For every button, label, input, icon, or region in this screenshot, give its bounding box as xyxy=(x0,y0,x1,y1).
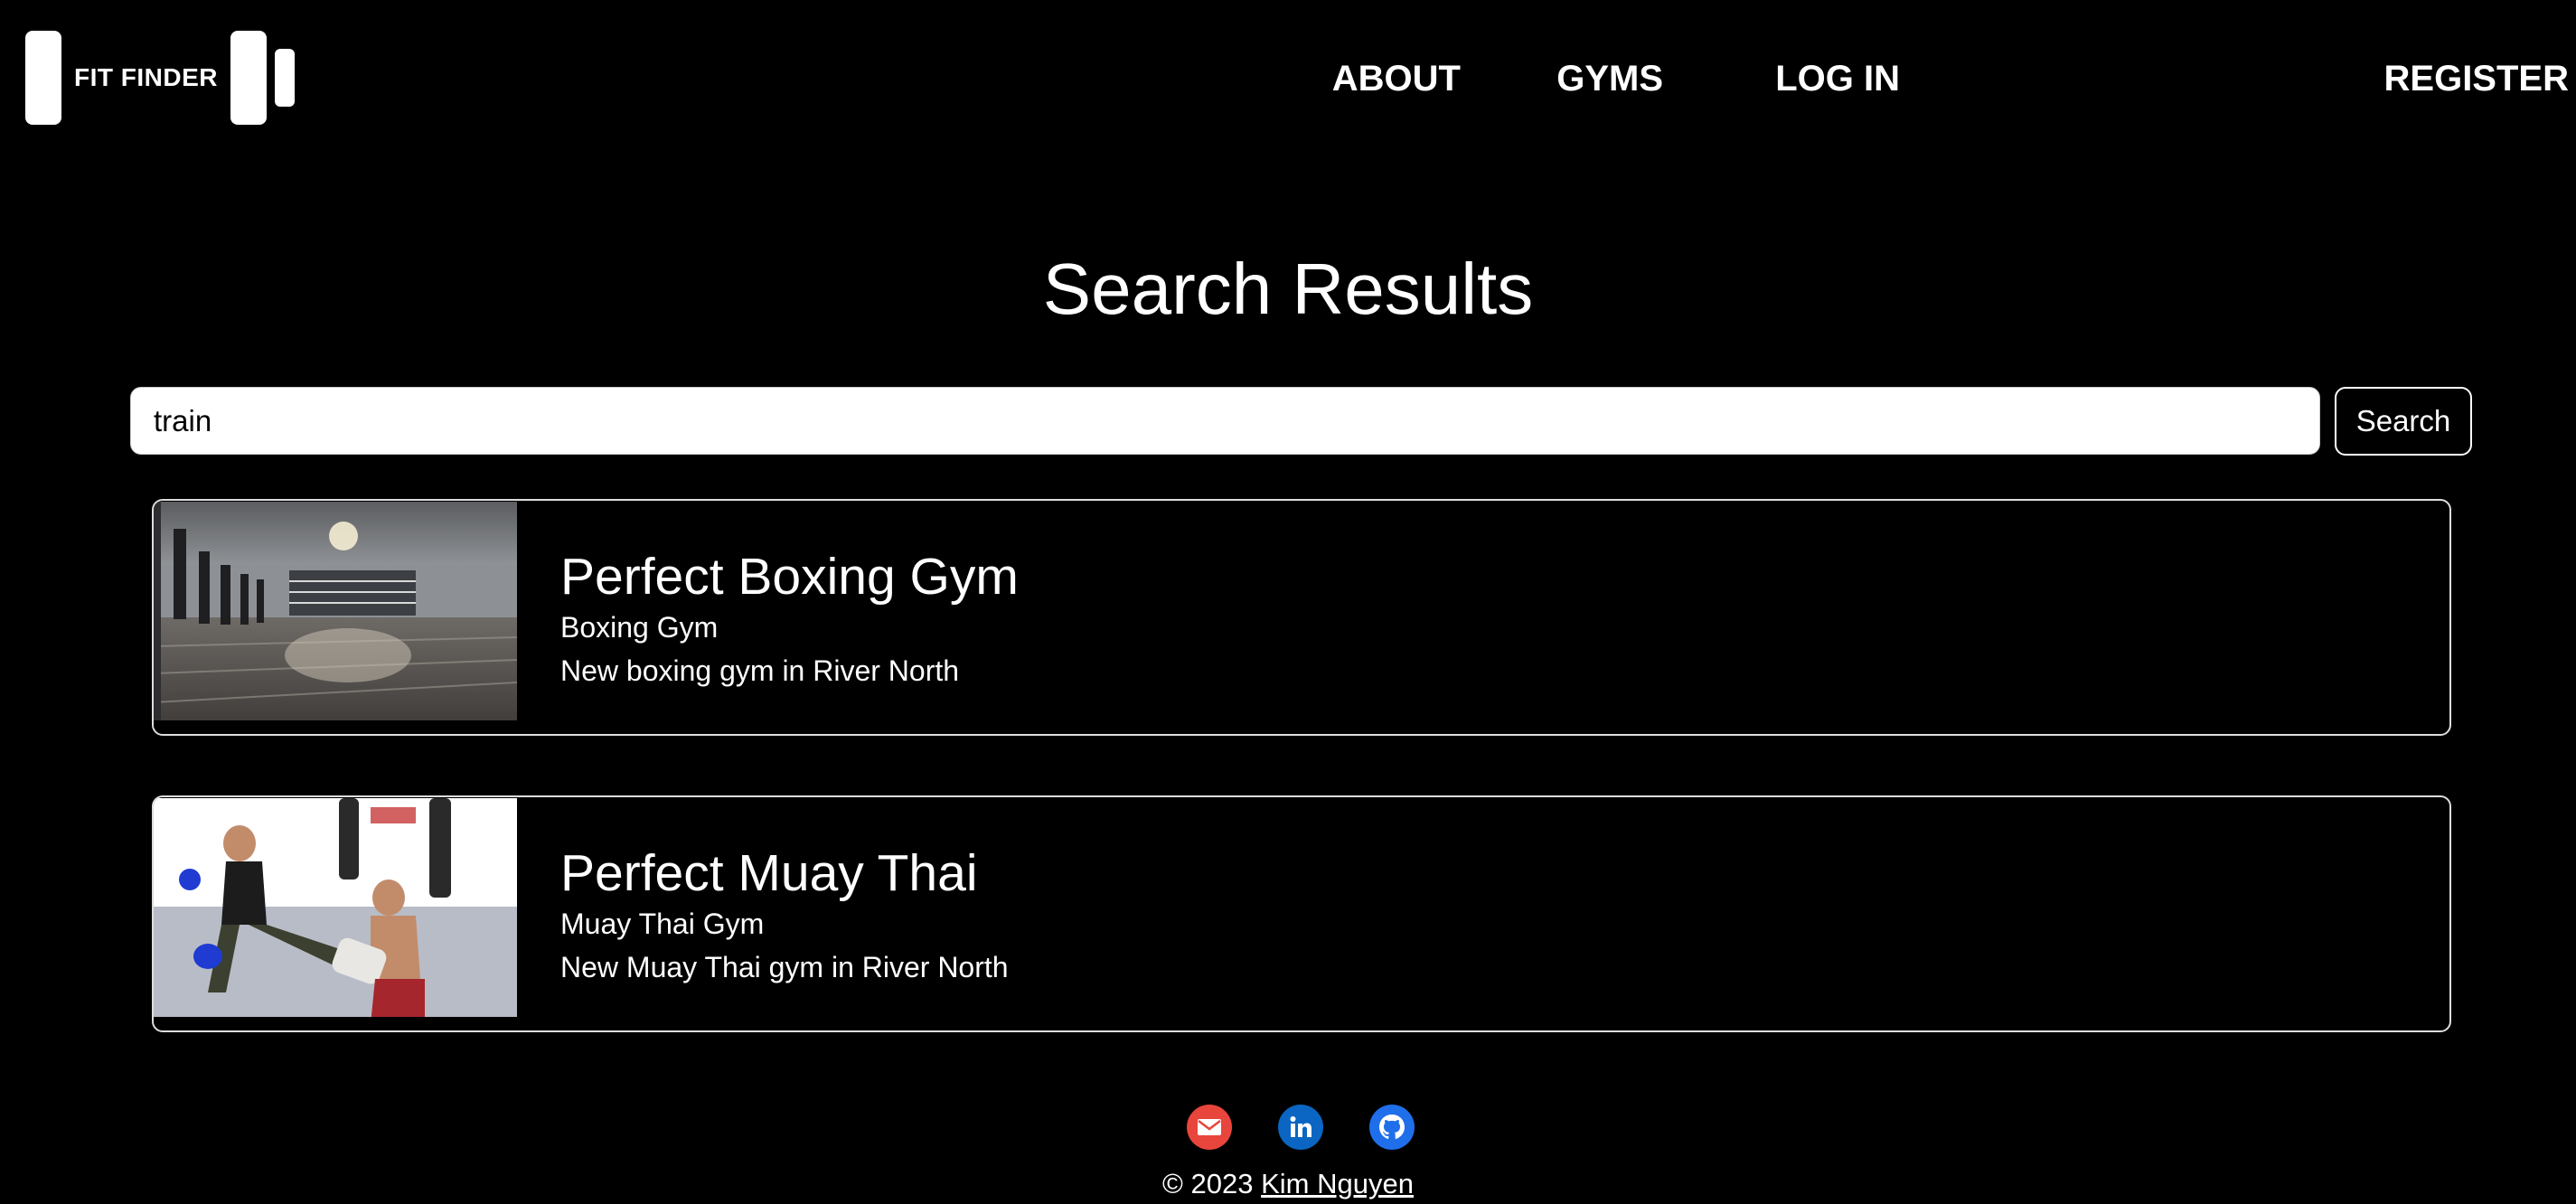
muay-thai-gym-image xyxy=(154,798,517,1024)
linkedin-icon[interactable] xyxy=(1278,1105,1323,1150)
page: FIT FINDER ABOUT GYMS LOG IN REGISTER Se… xyxy=(0,0,2576,1204)
gym-name[interactable]: Perfect Boxing Gym xyxy=(560,546,1019,607)
gym-description: New Muay Thai gym in River North xyxy=(560,951,1009,983)
result-card-boxing[interactable]: Perfect Boxing Gym Boxing Gym New boxing… xyxy=(152,499,2451,736)
gym-description: New boxing gym in River North xyxy=(560,654,960,687)
gym-type: Muay Thai Gym xyxy=(560,908,765,940)
email-icon[interactable] xyxy=(1187,1105,1232,1150)
page-title: Search Results xyxy=(1042,249,1534,329)
boxing-gym-image xyxy=(154,502,517,728)
nav-gyms[interactable]: GYMS xyxy=(1556,56,1663,101)
gym-type: Boxing Gym xyxy=(560,611,719,644)
search-input[interactable] xyxy=(130,387,2320,455)
author-link[interactable]: Kim Nguyen xyxy=(1261,1168,1414,1199)
result-card-muay-thai[interactable]: Perfect Muay Thai Muay Thai Gym New Muay… xyxy=(152,795,2451,1032)
copyright-text: © 2023 xyxy=(1162,1168,1254,1199)
search-button[interactable]: Search xyxy=(2335,387,2472,456)
nav-register[interactable]: REGISTER xyxy=(2384,56,2569,101)
logo-link[interactable]: FIT FINDER xyxy=(25,31,295,125)
gym-photo-boxing xyxy=(154,502,517,728)
logo-text: FIT FINDER xyxy=(74,63,218,91)
nav-about[interactable]: ABOUT xyxy=(1332,56,1461,101)
logo-dumbbell-left-plate xyxy=(25,31,61,125)
github-icon[interactable] xyxy=(1369,1105,1415,1150)
result-card-body: Perfect Boxing Gym Boxing Gym New boxing… xyxy=(517,501,1019,734)
logo-dumbbell-right-small-plate xyxy=(275,49,295,107)
nav-log-in[interactable]: LOG IN xyxy=(1775,56,1900,101)
gym-name[interactable]: Perfect Muay Thai xyxy=(560,842,1009,904)
social-links xyxy=(0,1105,2576,1150)
result-card-body: Perfect Muay Thai Muay Thai Gym New Muay… xyxy=(517,797,1009,1030)
gym-photo-muay-thai xyxy=(154,798,517,1024)
copyright: © 2023 Kim Nguyen xyxy=(0,1166,2576,1202)
logo-dumbbell-right-plate xyxy=(230,31,267,125)
